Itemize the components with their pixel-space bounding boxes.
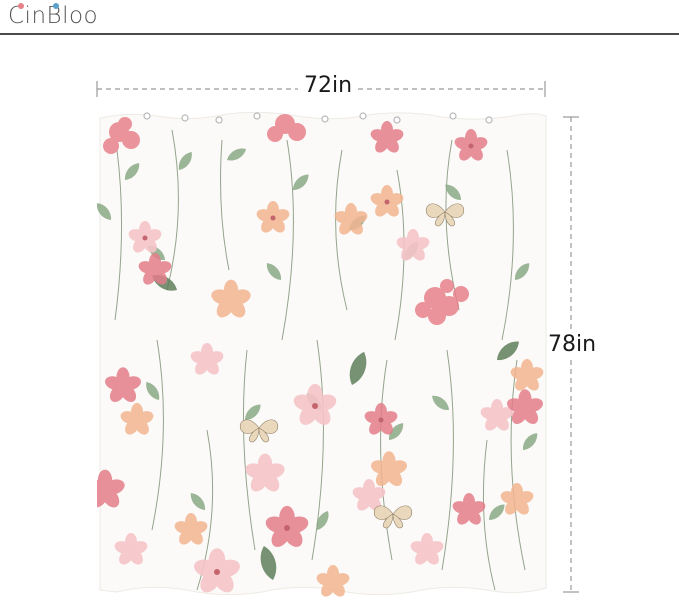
width-label: 72in bbox=[298, 73, 359, 98]
height-label: 78in bbox=[546, 332, 599, 357]
floral-shower-curtain bbox=[97, 111, 547, 600]
